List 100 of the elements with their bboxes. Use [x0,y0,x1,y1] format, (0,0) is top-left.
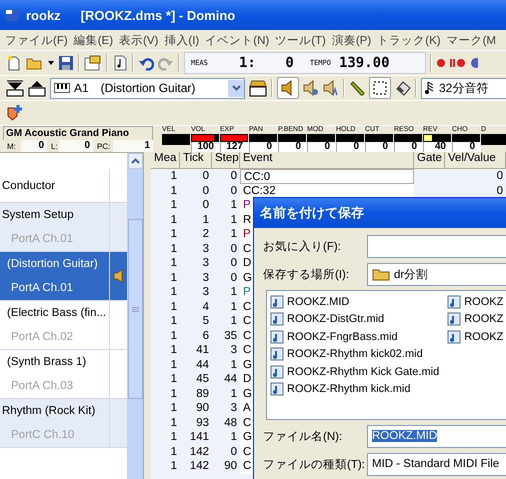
meter-bar [481,134,506,145]
select-tool-button[interactable] [369,77,391,99]
speaker-all-icon[interactable] [323,80,339,96]
field-value: 0 [59,140,93,152]
track-item[interactable]: Rhythm (Rock Kit) PortC Ch.10 [0,399,127,448]
track-item[interactable]: (Electric Bass (fin... PortA Ch.02 [0,301,127,350]
eraser-icon[interactable] [395,80,411,96]
file-type-dropdown[interactable]: MID - Standard MIDI File [367,452,506,476]
column-header[interactable]: Gate [414,152,445,168]
grip-icon [132,306,138,312]
table-cell-text: 6 [202,328,210,343]
table-cell-text: 0 [202,198,210,212]
file-item[interactable]: ROOKZ [447,293,504,310]
port-channel: PortA Ch.02 [10,331,74,343]
file-item[interactable]: ROOKZ-DistGtr.mid [270,310,440,328]
file-item[interactable]: ROOKZ.MID [270,293,440,310]
column-header[interactable]: Vel/Value [445,152,506,168]
meter-value: 0 [394,142,423,152]
location-dropdown[interactable]: dr分割 [367,262,506,286]
save-icon[interactable] [58,55,74,71]
file-item[interactable]: ROOKZ-Rhythm kick02.mid [270,346,440,363]
quantize-dropdown[interactable]: 32分音符 [421,78,506,98]
table-cell-text: 1 [170,227,178,242]
table-cell-text: 1 [170,416,178,430]
speaker-button[interactable] [277,77,299,99]
file-item[interactable]: ROOKZ [447,310,504,328]
chevron-up-icon [130,158,140,164]
track-item[interactable]: (Distortion Guitar) PortA Ch.01 [0,252,127,301]
music-file-icon [270,312,284,326]
menu-item[interactable]: 挿入(I) [164,32,200,48]
meter-value: 0 [336,142,365,152]
track-item[interactable]: Conductor [0,169,127,203]
table-cell-text: 1 [170,314,178,328]
track-list-icon[interactable] [249,79,267,97]
menu-item[interactable]: ツール(T) [275,32,326,48]
table-cell-text: 35 [223,328,238,343]
keyboard-icon [54,83,70,93]
table-cell-text: 1 [170,343,178,358]
table-cell-text: 1 [170,212,178,227]
table-cell-text: 1 [230,358,238,372]
column-header[interactable]: Step [212,152,240,168]
dropdown-button[interactable] [228,80,244,96]
new-file-icon[interactable] [6,55,22,71]
music-file-icon [270,364,284,379]
track-down-icon[interactable] [6,79,24,97]
table-cell-text: 0 [230,270,238,285]
table-cell-text: 141 [188,430,210,444]
table-cell-text: 3 [230,343,238,358]
favorites-field[interactable] [367,234,506,258]
menu-item[interactable]: ファイル(F) [5,32,68,48]
table-cell-text: 1 [230,285,238,300]
table-cell-text: 1 [170,401,178,416]
track-name: A1 (Distortion Guitar) [74,80,196,96]
event-text: G [243,431,252,443]
filename-field[interactable]: ROOKZ.MID [367,424,506,448]
column-header[interactable]: Event [240,152,414,168]
meter-value: 0 [278,142,307,152]
file-item[interactable]: ROOKZ-Rhythm kick.mid [270,380,440,398]
column-header[interactable]: Mea [151,152,180,168]
file-item[interactable]: ROOKZ-FngrBass.mid [270,328,440,346]
selection-icon [373,81,387,95]
menu-item[interactable]: 編集(E) [74,32,114,48]
field-label: ファイル名(N): [263,430,344,444]
record-icon[interactable] [436,58,446,68]
pause-record-icon[interactable] [450,58,466,68]
track-up-icon[interactable] [28,79,46,97]
menu-item[interactable]: 演奏(P) [332,32,372,48]
menu-item[interactable]: マーク(M [446,32,496,48]
track-dropdown[interactable]: A1 (Distortion Guitar) [50,78,245,98]
note-icon [425,81,435,95]
window-title: [ROOKZ.dms *] - Domino [80,8,236,22]
properties-icon[interactable] [84,55,102,71]
file-item[interactable]: ROOKZ [447,328,504,346]
menu-item[interactable]: 表示(V) [119,32,158,48]
caret-icon[interactable] [48,61,54,65]
track-item[interactable]: (Synth Brass 1) PortA Ch.03 [0,350,127,399]
scroll-up-button[interactable] [128,153,142,169]
table-cell-text: 93 [195,416,210,430]
speaker-solo-icon[interactable] [303,80,319,96]
track-title: Rhythm (Rock Kit) [1,405,96,417]
music-file-icon [270,382,284,396]
track-title: (Synth Brass 1) [6,356,88,368]
music-file-icon [270,294,284,309]
column-header[interactable]: Tick [180,152,212,168]
pencil-icon[interactable] [349,80,365,96]
field-label: ファイルの種類(T): [263,458,366,472]
undo-icon[interactable] [138,55,154,71]
track-item[interactable]: System Setup PortA Ch.01 [0,203,127,252]
event-text: R [243,214,252,226]
marker-add-icon[interactable] [6,104,24,122]
scroll-thumb[interactable] [128,219,142,399]
menu-item[interactable]: トラック(K) [377,32,441,48]
table-cell-text: 0 [496,169,504,184]
menu-item[interactable]: イベント(N) [205,32,270,48]
note-file-icon[interactable] [112,55,128,71]
file-item[interactable]: ROOKZ-Rhythm Kick Gate.mid [270,363,440,380]
track-title: (Electric Bass (fin... [6,307,108,319]
table-cell-text: 1 [170,444,178,459]
table-cell-text: 90 [195,401,210,416]
event-text: P [243,228,251,240]
